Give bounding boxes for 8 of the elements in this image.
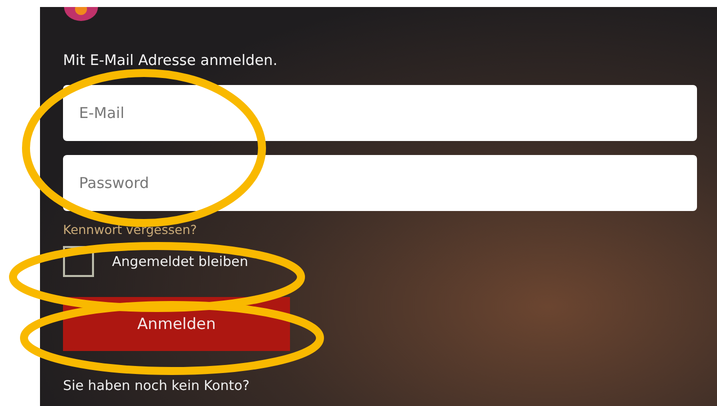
- form-heading: Mit E-Mail Adresse anmelden.: [63, 52, 278, 71]
- remember-label: Angemeldet bleiben: [112, 254, 248, 270]
- signup-prompt: Sie haben noch kein Konto?: [63, 378, 251, 394]
- email-field[interactable]: E-Mail: [63, 85, 697, 141]
- remember-checkbox[interactable]: [63, 246, 94, 277]
- forgot-password-link[interactable]: Kennwort vergessen?: [63, 223, 197, 237]
- logo-icon: [64, 7, 98, 21]
- password-field[interactable]: Password: [63, 155, 697, 211]
